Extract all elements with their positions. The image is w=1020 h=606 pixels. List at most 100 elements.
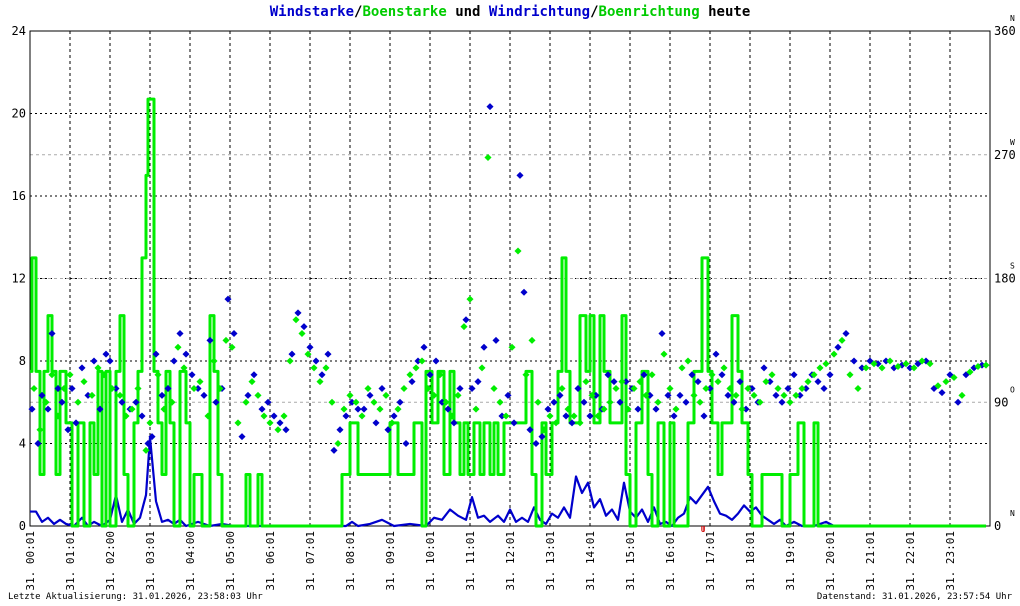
x-tick-label: 31. 18:01 — [744, 531, 757, 591]
point-windrichtung — [238, 433, 246, 441]
x-tick-label: 31. 14:01 — [584, 531, 597, 591]
point-windrichtung — [138, 412, 146, 420]
point-windrichtung — [712, 350, 720, 358]
point-windrichtung — [420, 343, 428, 351]
point-boenrichtung — [862, 364, 870, 372]
point-windrichtung — [176, 329, 184, 338]
point-boenrichtung — [80, 378, 88, 386]
point-windrichtung — [492, 336, 500, 344]
point-windrichtung — [244, 391, 252, 399]
point-boenrichtung — [394, 405, 402, 413]
point-boenrichtung — [146, 419, 154, 427]
x-tick-label: 31. 10:01 — [424, 531, 437, 591]
point-boenrichtung — [502, 412, 510, 420]
point-boenrichtung — [484, 153, 492, 162]
point-boenrichtung — [546, 412, 554, 420]
direction-label: N — [1010, 509, 1015, 518]
point-boenrichtung — [274, 426, 282, 434]
point-windrichtung — [106, 357, 114, 365]
point-boenrichtung — [174, 343, 182, 351]
y-left-tick-label: 0 — [19, 519, 26, 533]
point-boenrichtung — [190, 384, 198, 393]
x-tick-label: 31. 04:00 — [184, 531, 197, 591]
point-windrichtung — [790, 371, 798, 379]
point-windrichtung — [826, 371, 834, 379]
point-windrichtung — [366, 391, 374, 399]
point-boenrichtung — [254, 391, 262, 399]
point-windrichtung — [188, 371, 196, 379]
point-windrichtung — [510, 419, 518, 427]
y-left-tick-label: 8 — [19, 354, 26, 368]
point-boenrichtung — [678, 364, 686, 372]
point-windrichtung — [250, 371, 258, 379]
point-boenrichtung — [958, 391, 966, 399]
point-windrichtung — [718, 371, 726, 379]
point-boenrichtung — [310, 364, 318, 372]
point-boenrichtung — [36, 426, 44, 434]
point-windrichtung — [342, 412, 350, 420]
direction-label: O — [1010, 385, 1015, 394]
point-windrichtung — [48, 329, 56, 338]
point-windrichtung — [724, 391, 732, 399]
point-windrichtung — [318, 371, 326, 379]
point-windrichtung — [276, 419, 284, 427]
point-windrichtung — [676, 391, 684, 399]
point-boenrichtung — [454, 391, 462, 399]
point-boenrichtung — [534, 398, 542, 406]
y-right-tick-label: 180 — [994, 272, 1016, 286]
point-windrichtung — [396, 398, 404, 406]
point-windrichtung — [842, 329, 850, 338]
point-windrichtung — [520, 288, 528, 296]
point-boenrichtung — [196, 378, 204, 386]
point-boenrichtung — [648, 371, 656, 379]
y-left-tick-label: 24 — [12, 24, 26, 38]
point-boenrichtung — [732, 391, 740, 399]
point-boenrichtung — [558, 384, 566, 393]
point-windrichtung — [378, 384, 386, 393]
point-boenrichtung — [134, 384, 142, 393]
point-windrichtung — [938, 389, 946, 397]
point-boenrichtung — [30, 384, 38, 393]
time-marker-label: U — [701, 525, 706, 534]
point-boenrichtung — [618, 378, 626, 386]
point-windrichtung — [360, 405, 368, 413]
point-boenrichtung — [786, 398, 794, 406]
x-tick-label: 31. 22:01 — [904, 531, 917, 591]
point-windrichtung — [700, 412, 708, 420]
point-windrichtung — [652, 405, 660, 413]
point-boenrichtung — [316, 378, 324, 386]
point-boenrichtung — [886, 357, 894, 365]
point-windrichtung — [694, 378, 702, 386]
point-windrichtung — [324, 350, 332, 358]
point-windrichtung — [682, 398, 690, 406]
point-boenrichtung — [654, 398, 662, 406]
point-boenrichtung — [774, 384, 782, 393]
point-boenrichtung — [340, 405, 348, 413]
point-boenrichtung — [792, 391, 800, 399]
point-boenrichtung — [612, 384, 620, 393]
point-windrichtung — [586, 412, 594, 420]
point-boenrichtung — [400, 384, 408, 393]
point-windrichtung — [450, 419, 458, 427]
x-tick-label: 31. 19:01 — [784, 531, 797, 591]
x-tick-label: 31. 20:01 — [824, 531, 837, 591]
point-windrichtung — [538, 433, 546, 441]
x-tick-label: 31. 00:01 — [24, 531, 37, 591]
x-tick-label: 31. 13:01 — [544, 531, 557, 591]
point-boenrichtung — [286, 357, 294, 365]
x-tick-label: 31. 05:00 — [224, 531, 237, 591]
point-boenrichtung — [242, 398, 250, 406]
point-boenrichtung — [266, 419, 274, 427]
point-windrichtung — [408, 378, 416, 386]
x-tick-label: 31. 01:01 — [64, 531, 77, 591]
point-windrichtung — [474, 378, 482, 386]
point-boenrichtung — [528, 336, 536, 344]
point-windrichtung — [230, 329, 238, 338]
point-windrichtung — [306, 343, 314, 351]
point-boenrichtung — [352, 398, 360, 406]
point-boenrichtung — [466, 295, 474, 303]
point-windrichtung — [294, 309, 302, 317]
x-tick-label: 31. 03:01 — [144, 531, 157, 591]
point-windrichtung — [102, 350, 110, 358]
data-status-text: Datenstand: 31.01.2026, 23:57:54 Uhr — [816, 592, 1012, 602]
